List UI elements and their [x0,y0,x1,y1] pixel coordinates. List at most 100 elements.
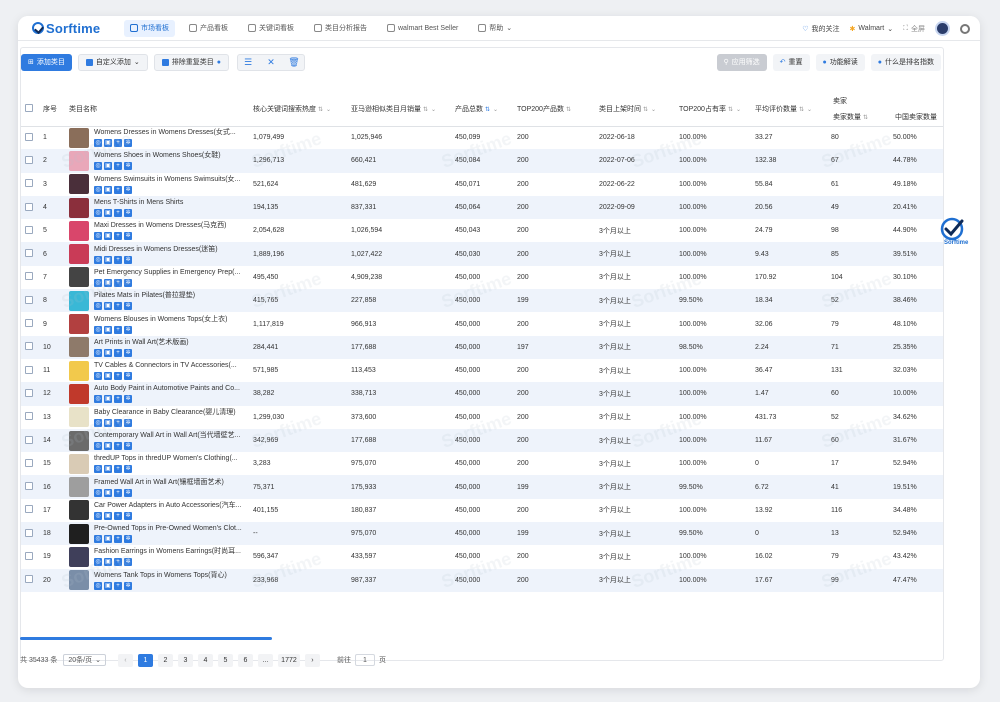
goto-page-input[interactable]: 1 [354,654,375,666]
trend-icon[interactable]: ◎ [94,348,102,357]
col-header-heat[interactable]: 核心关键词搜索热度 ⇅ ⌄ [253,92,351,127]
trend-icon[interactable]: ◎ [94,255,102,264]
trend-icon[interactable]: ◎ [94,418,102,427]
page-2[interactable]: 2 [157,653,173,667]
table-row[interactable]: 7 Pet Emergency Supplies in Emergency Pre… [21,265,943,290]
table-row[interactable]: 2 Womens Shoes in Womens Shoes(女鞋) ◎ ▣ + ✲ 1,2… [21,149,943,173]
row-checkbox[interactable] [25,551,33,560]
settings-icon[interactable]: ✲ [124,325,132,334]
trend-icon[interactable]: ◎ [94,558,102,567]
table-row[interactable]: 13 Baby Clearance in Baby Clearance(婴儿清理)… [21,405,943,429]
row-checkbox-cell[interactable] [21,382,43,406]
copy-icon[interactable]: ▣ [104,558,112,567]
add-icon[interactable]: + [114,209,122,218]
add-icon[interactable]: + [114,465,122,474]
trend-icon[interactable]: ◎ [94,442,102,450]
copy-icon[interactable]: ▣ [104,488,112,497]
table-row[interactable]: 17 Car Power Adapters in Auto Accessories… [21,498,943,523]
copy-icon[interactable]: ▣ [104,348,112,357]
table-row[interactable]: 8 Pilates Mats in Pilates(普拉提垫) ◎ ▣ + ✲ 415,76… [21,289,943,313]
page-1[interactable]: 1 [137,653,153,667]
row-checkbox-cell[interactable] [21,335,43,359]
settings-icon[interactable]: ✲ [124,442,132,450]
row-checkbox-cell[interactable] [21,428,43,453]
feature-desc-button[interactable]: ● 功能解读 [815,53,865,71]
settings-icon[interactable]: ✲ [124,302,132,311]
apply-filter-button[interactable]: ⚲ 应用筛选 [716,53,767,71]
copy-icon[interactable]: ▣ [104,209,112,218]
copy-icon[interactable]: ▣ [104,139,112,148]
settings-icon[interactable]: ✲ [124,278,132,287]
rank-index-button[interactable]: ● 什么是排名指数 [870,53,941,71]
row-checkbox-cell[interactable] [21,405,43,429]
row-checkbox-cell[interactable] [21,358,43,383]
category-name[interactable]: Art Prints in Wall Art(艺术版画) [94,338,246,347]
fullscreen-button[interactable]: ⛶ 全屏 [903,24,925,34]
settings-icon[interactable]: ✲ [124,418,132,427]
add-icon[interactable]: + [114,185,122,194]
row-checkbox[interactable] [25,575,33,584]
trend-icon[interactable]: ◎ [94,232,102,241]
row-checkbox-cell[interactable] [21,312,43,336]
table-row[interactable]: 1 Womens Dresses in Womens Dresses(女式... ◎… [21,126,943,150]
row-checkbox[interactable] [25,365,33,374]
trend-icon[interactable]: ◎ [94,162,102,171]
gear-icon[interactable] [960,23,970,34]
trend-icon[interactable]: ◎ [94,185,102,194]
sort-icon[interactable]: ⇅ [799,107,804,113]
add-icon[interactable]: + [114,395,122,404]
filter-chevron-icon[interactable]: ⌄ [326,107,331,113]
row-checkbox[interactable] [25,412,33,421]
settings-icon[interactable]: ✲ [124,581,132,590]
row-checkbox-cell[interactable] [21,242,43,266]
category-name[interactable]: Womens Swimsuits in Womens Swimsuits(女..… [94,175,246,184]
col-header-sales[interactable]: 亚马逊相似类目月销量 ⇅ ⌄ [351,92,455,127]
category-name[interactable]: Maxi Dresses in Womens Dresses(马克西) [94,221,246,230]
settings-icon[interactable]: ✲ [124,185,132,194]
settings-icon[interactable]: ✲ [124,139,132,148]
sort-icon[interactable]: ⇅ [318,107,323,113]
sort-icon[interactable]: ⇅ [643,107,648,113]
add-icon[interactable]: + [114,139,122,148]
settings-icon[interactable]: ✲ [124,348,132,357]
col-header-total[interactable]: 产品总数 ⇅ ⌄ [455,92,517,127]
settings-icon[interactable]: ✲ [124,558,132,567]
select-all-checkbox[interactable] [25,103,33,112]
category-name[interactable]: TV Cables & Connectors in TV Accessories… [94,361,246,370]
table-row[interactable]: 4 Mens T-Shirts in Mens Shirts ◎ ▣ + ✲ 194,135… [21,195,943,220]
row-checkbox-cell[interactable] [21,452,43,476]
page-4[interactable]: 4 [197,653,213,667]
next-page-button[interactable]: › [304,653,320,667]
marketplace-select[interactable]: ✱ Walmart ⌄ [850,25,894,33]
settings-icon[interactable]: ✲ [124,511,132,520]
col-header-cn-sellers[interactable]: 中国卖家数量 [893,92,943,127]
add-icon[interactable]: + [114,325,122,334]
sort-icon[interactable]: ⇅ [423,107,428,113]
avatar[interactable] [935,21,950,36]
settings-icon[interactable]: ✲ [124,209,132,218]
sort-icon[interactable]: ⇅ [566,107,571,113]
category-name[interactable]: Womens Tank Tops in Womens Tops(背心) [94,571,246,580]
col-header-share[interactable]: TOP200占有率 ⇅ ⌄ [679,92,755,127]
row-checkbox[interactable] [25,505,33,514]
add-icon[interactable]: + [114,418,122,427]
add-icon[interactable]: + [114,302,122,311]
filter-chevron-icon[interactable]: ⌄ [493,107,498,113]
copy-icon[interactable]: ▣ [104,232,112,241]
settings-icon[interactable]: ✲ [124,232,132,241]
row-checkbox[interactable] [25,482,33,491]
row-checkbox[interactable] [25,435,33,444]
table-row[interactable]: 15 thredUP Tops in thredUP Women's Clothi… [21,452,943,476]
category-name[interactable]: Auto Body Paint in Automotive Paints and… [94,384,246,393]
copy-icon[interactable]: ▣ [104,395,112,404]
category-name[interactable]: Car Power Adapters in Auto Accessories(汽… [94,501,246,510]
copy-icon[interactable]: ▣ [104,162,112,171]
table-row[interactable]: 11 TV Cables & Connectors in TV Accessori… [21,358,943,383]
table-row[interactable]: 3 Womens Swimsuits in Womens Swimsuits(女.… [21,172,943,196]
settings-icon[interactable]: ✲ [124,255,132,264]
page-5[interactable]: 5 [217,653,233,667]
page-3[interactable]: 3 [177,653,193,667]
table-row[interactable]: 18 Pre-Owned Tops in Pre-Owned Women's Cl… [21,522,943,546]
copy-icon[interactable]: ▣ [104,465,112,474]
nav-help[interactable]: 帮助 ⌄ [472,20,518,37]
